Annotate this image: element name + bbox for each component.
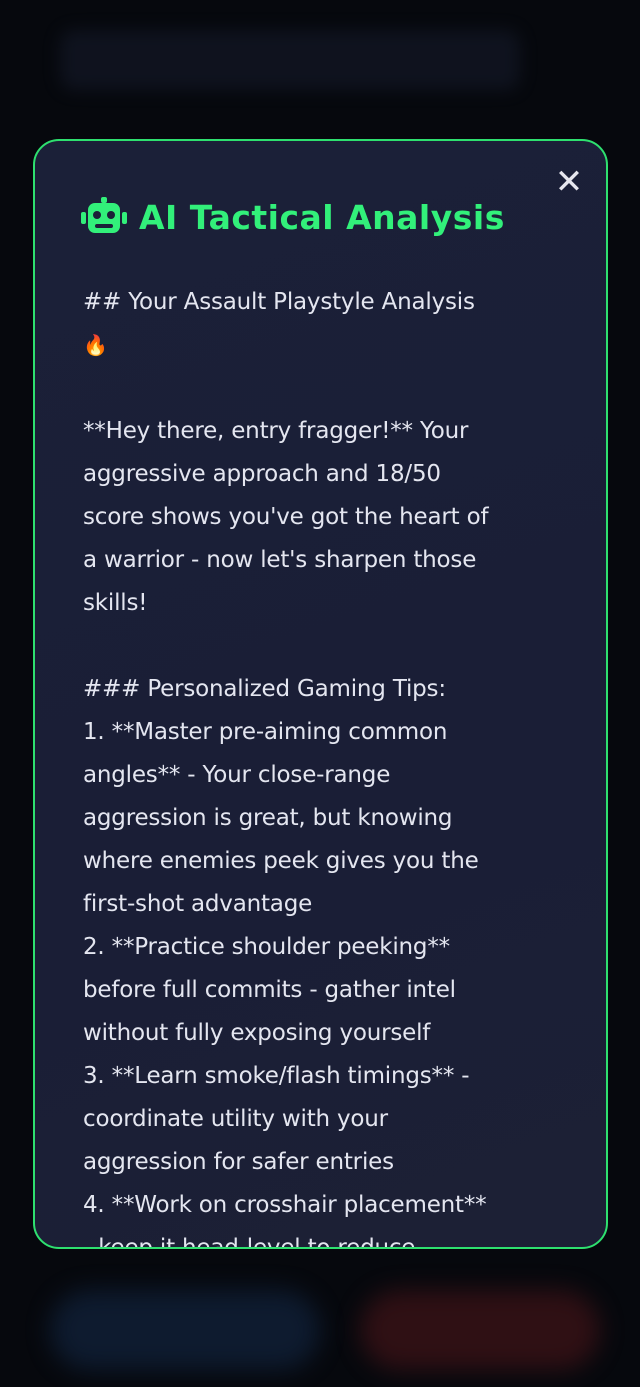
- analysis-line: ## Your Assault Playstyle Analysis: [83, 289, 475, 315]
- analysis-line: ### Personalized Gaming Tips:: [83, 676, 446, 702]
- robot-icon: [81, 197, 127, 233]
- blurred-left-button: [50, 1290, 320, 1370]
- analysis-line: aggressive approach and 18/50: [83, 461, 441, 487]
- analysis-line: 3. **Learn smoke/flash timings** -: [83, 1063, 470, 1089]
- analysis-line: aggression for safer entries: [83, 1149, 394, 1175]
- analysis-line: a warrior - now let's sharpen those: [83, 547, 477, 573]
- analysis-line: 4. **Work on crosshair placement**: [83, 1192, 487, 1218]
- analysis-line: where enemies peek gives you the: [83, 848, 479, 874]
- analysis-text: ## Your Assault Playstyle Analysis 🔥 **Hey…: [83, 281, 573, 1249]
- analysis-line: first-shot advantage: [83, 891, 313, 917]
- modal-title: AI Tactical Analysis: [139, 197, 505, 237]
- analysis-line: **Hey there, entry fragger!** Your: [83, 418, 469, 444]
- analysis-line: 1. **Master pre-aiming common: [83, 719, 448, 745]
- close-icon[interactable]: ✕: [554, 165, 584, 199]
- analysis-line: without fully exposing yourself: [83, 1020, 431, 1046]
- modal-header: AI Tactical Analysis: [81, 197, 505, 237]
- blurred-header: [60, 30, 520, 90]
- analysis-line: score shows you've got the heart of: [83, 504, 489, 530]
- analysis-line: skills!: [83, 590, 148, 616]
- analysis-line: aggression is great, but knowing: [83, 805, 453, 831]
- blurred-right-button: [360, 1290, 600, 1370]
- analysis-line: coordinate utility with your: [83, 1106, 388, 1132]
- ai-analysis-modal: ✕ AI Tactical Analysis ## Your Assault P…: [33, 139, 608, 1249]
- fire-emoji: 🔥: [83, 333, 108, 357]
- analysis-line: 2. **Practice shoulder peeking**: [83, 934, 450, 960]
- analysis-line: - keep it head-level to reduce: [83, 1235, 416, 1249]
- analysis-line: angles** - Your close-range: [83, 762, 391, 788]
- analysis-line: before full commits - gather intel: [83, 977, 456, 1003]
